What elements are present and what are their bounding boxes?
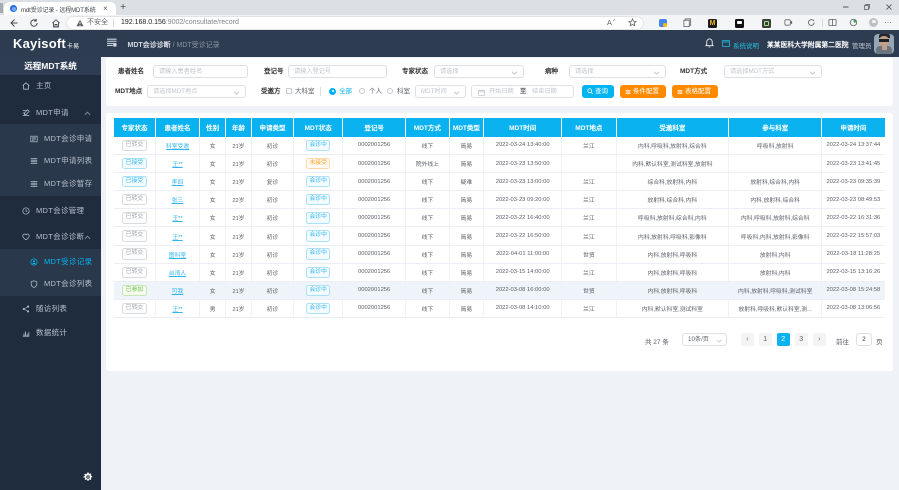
svg-text:A: A (607, 18, 612, 27)
